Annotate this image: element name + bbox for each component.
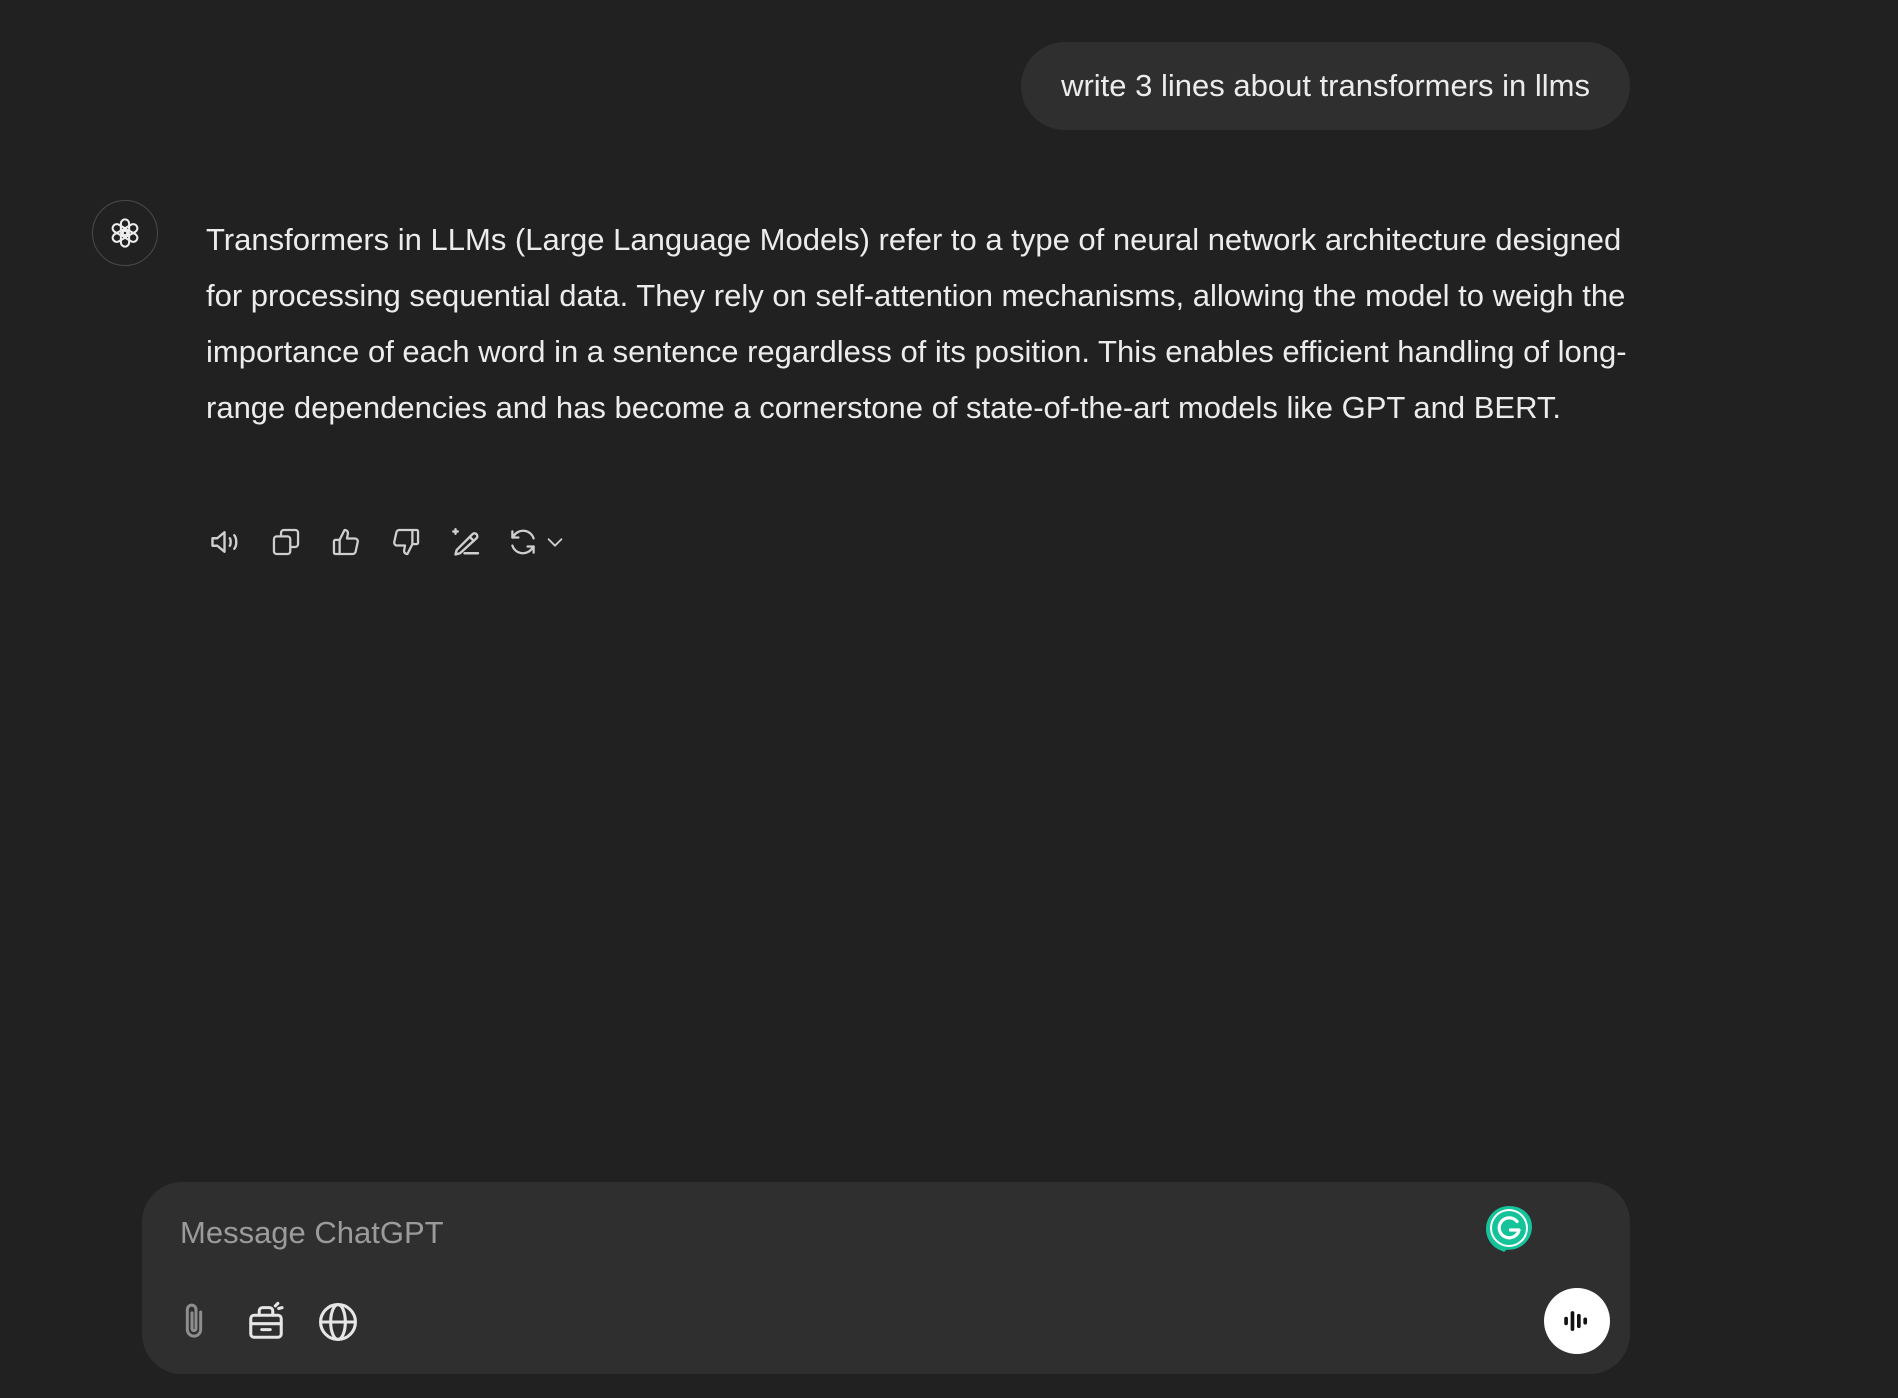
edit-in-canvas-button[interactable] <box>446 520 486 564</box>
message-composer <box>142 1182 1630 1374</box>
good-response-button[interactable] <box>326 520 366 564</box>
regenerate-button[interactable] <box>506 525 566 559</box>
attach-button[interactable] <box>172 1298 216 1346</box>
assistant-avatar <box>92 200 158 266</box>
globe-icon <box>319 1303 357 1341</box>
read-aloud-button[interactable] <box>206 520 246 564</box>
user-message-bubble: write 3 lines about transformers in llms <box>1021 42 1630 130</box>
thumbs-up-icon <box>332 528 359 556</box>
voice-waveform-icon <box>1564 1311 1588 1331</box>
user-message-text: write 3 lines about transformers in llms <box>1061 68 1590 103</box>
toolbox-icon <box>249 1301 284 1339</box>
tools-button[interactable] <box>244 1298 288 1346</box>
message-actions-bar <box>206 520 566 564</box>
chevron-down-icon <box>547 538 563 547</box>
bad-response-button[interactable] <box>386 520 426 564</box>
message-input[interactable] <box>178 1208 1482 1258</box>
grammarly-icon <box>1486 1206 1532 1252</box>
speaker-icon <box>211 531 238 553</box>
openai-logo-icon <box>111 218 139 248</box>
grammarly-button[interactable] <box>1484 1204 1534 1254</box>
copy-icon <box>272 528 300 556</box>
edit-sparkle-icon <box>452 528 480 556</box>
search-web-button[interactable] <box>316 1298 360 1346</box>
regenerate-icon <box>511 529 535 555</box>
voice-mode-button[interactable] <box>1544 1288 1610 1354</box>
assistant-message-text: Transformers in LLMs (Large Language Mod… <box>206 222 1627 425</box>
paperclip-icon <box>185 1303 203 1338</box>
chat-page: write 3 lines about transformers in llms… <box>0 0 1898 1398</box>
composer-tools <box>172 1298 360 1346</box>
copy-button[interactable] <box>266 520 306 564</box>
thumbs-down-icon <box>393 528 420 556</box>
